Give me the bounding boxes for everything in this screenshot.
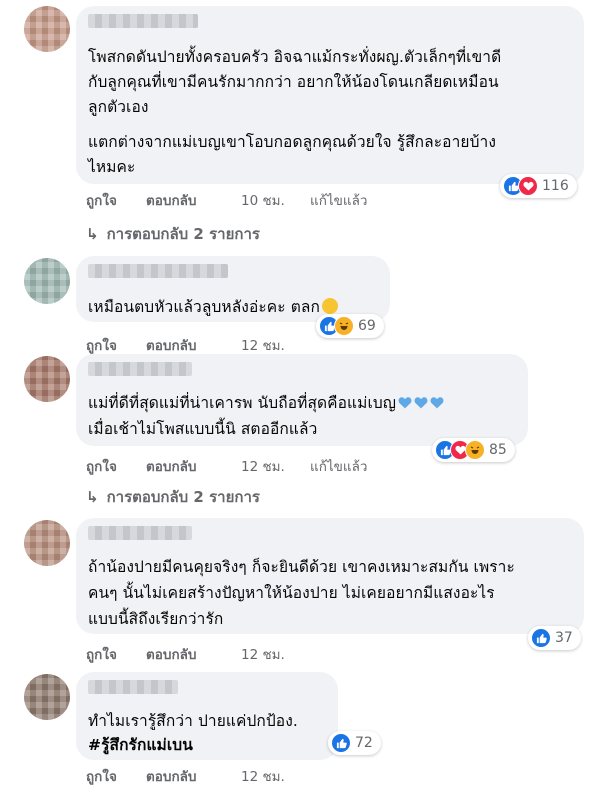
comment-timestamp[interactable]: 12 ชม. — [241, 334, 285, 356]
like-action[interactable]: ถูกใจ — [86, 765, 117, 787]
commenter-avatar[interactable] — [24, 356, 70, 402]
reply-arrow-icon: ↳ — [86, 225, 99, 243]
like-action[interactable]: ถูกใจ — [86, 189, 117, 211]
comment-text-line: แบบนี้สิถึงเรียกว่ารัก — [88, 610, 224, 628]
commenter-name-blurred[interactable] — [88, 264, 228, 278]
reaction-count: 85 — [489, 442, 507, 458]
hashtag-link[interactable]: #รู้สึกรักแม่เบน — [88, 732, 193, 757]
view-replies-link[interactable]: ↳ การตอบกลับ 2 รายการ — [86, 485, 260, 509]
comment-actions: ถูกใจ ตอบกลับ 10 ชม. แก้ไขแล้ว — [86, 189, 406, 209]
comment-text-line: แม่ที่ดีที่สุดแม่ที่น่าเคารพ นับถือที่สุ… — [88, 390, 444, 415]
commenter-name-blurred[interactable] — [88, 526, 192, 540]
comment-text-line: เมื่อเช้าไม่โพสแบบนี้นิ สตออีกแล้ว — [88, 420, 318, 438]
reply-action[interactable]: ตอบกลับ — [146, 455, 196, 477]
commenter-avatar[interactable] — [24, 258, 70, 304]
comment-timestamp[interactable]: 10 ชม. — [241, 189, 285, 211]
view-replies-link[interactable]: ↳ การตอบกลับ 2 รายการ — [86, 222, 260, 246]
comment-text-line: ถ้าน้องปายมีคนคุยจริงๆ ก็จะยินดีด้วย เขา… — [88, 558, 515, 576]
reaction-summary[interactable]: 37 — [528, 626, 581, 650]
comment-timestamp[interactable]: 12 ชม. — [241, 455, 285, 477]
like-action[interactable]: ถูกใจ — [86, 334, 117, 356]
reaction-summary[interactable]: 85 — [432, 438, 515, 462]
comment-text-line: ลูกตัวเอง — [88, 98, 149, 116]
blue-heart-emoji-icon — [398, 397, 412, 409]
commenter-name-blurred[interactable] — [88, 680, 178, 694]
reaction-count: 69 — [358, 318, 376, 334]
reply-action[interactable]: ตอบกลับ — [146, 765, 196, 787]
comment-text-line: โพสกดดันปายทั้งครอบครัว อิจฉาแม้กระทั่งผ… — [88, 48, 502, 66]
comment-bubble: ถ้าน้องปายมีคนคุยจริงๆ ก็จะยินดีด้วย เขา… — [76, 518, 584, 634]
comment-bubble: แม่ที่ดีที่สุดแม่ที่น่าเคารพ นับถือที่สุ… — [76, 354, 528, 446]
comment-text-line: ไหมคะ — [88, 158, 136, 176]
reaction-count: 72 — [355, 735, 373, 751]
blue-heart-emoji-icon — [430, 397, 444, 409]
haha-icon — [465, 440, 485, 460]
comment-text-line: เหมือนตบหัวแล้วลูบหลังอ่ะคะ ตลก — [88, 294, 338, 319]
commenter-avatar[interactable] — [24, 6, 70, 52]
reply-action[interactable]: ตอบกลับ — [146, 643, 196, 665]
comment-text-line: แตกต่างจากแม่เบญเขาโอบกอดลูกคุณด้วยใจ รู… — [88, 133, 496, 151]
blue-heart-emoji-icon — [414, 397, 428, 409]
comment-text-line: คนๆ นั้นไม่เคยสร้างปัญหาให้น้องปาย ไม่เค… — [88, 584, 495, 602]
smile-emoji-icon — [321, 298, 338, 314]
comment-text: เหมือนตบหัวแล้วลูบหลังอ่ะคะ ตลก — [88, 298, 320, 316]
reply-action[interactable]: ตอบกลับ — [146, 189, 196, 211]
commenter-name-blurred[interactable] — [88, 362, 192, 376]
reply-action[interactable]: ตอบกลับ — [146, 334, 196, 356]
comment-actions: ถูกใจ ตอบกลับ 12 ชม. แก้ไขแล้ว — [86, 455, 406, 475]
comment-bubble: เหมือนตบหัวแล้วลูบหลังอ่ะคะ ตลก — [76, 256, 390, 322]
commenter-avatar[interactable] — [24, 674, 70, 720]
reaction-summary[interactable]: 116 — [500, 174, 577, 198]
reaction-summary[interactable]: 72 — [328, 731, 381, 755]
commenter-name-blurred[interactable] — [88, 14, 198, 28]
comment-actions: ถูกใจ ตอบกลับ 12 ชม. — [86, 643, 346, 663]
comment-timestamp[interactable]: 12 ชม. — [241, 643, 285, 665]
comment-bubble: ทำไมเรารู้สึกว่า ปายแค่ปกป้อง. #รู้สึกรั… — [76, 672, 338, 760]
edited-label: แก้ไขแล้ว — [310, 459, 368, 475]
comment-timestamp[interactable]: 12 ชม. — [241, 765, 285, 787]
like-icon — [531, 628, 551, 648]
haha-icon — [334, 316, 354, 336]
comment-actions: ถูกใจ ตอบกลับ 12 ชม. — [86, 334, 346, 354]
reaction-count: 37 — [555, 630, 573, 646]
love-icon — [518, 176, 538, 196]
comment-text-line: ทำไมเรารู้สึกว่า ปายแค่ปกป้อง. — [88, 712, 298, 730]
commenter-avatar[interactable] — [24, 520, 70, 566]
replies-label: การตอบกลับ 2 รายการ — [106, 488, 260, 506]
like-icon — [331, 733, 351, 753]
comment-text: แม่ที่ดีที่สุดแม่ที่น่าเคารพ นับถือที่สุ… — [88, 394, 397, 412]
like-action[interactable]: ถูกใจ — [86, 455, 117, 477]
like-action[interactable]: ถูกใจ — [86, 643, 117, 665]
comment-actions: ถูกใจ ตอบกลับ 12 ชม. — [86, 765, 346, 785]
edited-label: แก้ไขแล้ว — [310, 193, 368, 209]
reply-arrow-icon: ↳ — [86, 488, 99, 506]
comment-text-line: กับลูกคุณที่เขามีคนรักมากกว่า อยากให้น้อ… — [88, 73, 499, 91]
reaction-count: 116 — [542, 178, 569, 194]
comment-bubble: โพสกดดันปายทั้งครอบครัว อิจฉาแม้กระทั่งผ… — [76, 6, 584, 184]
replies-label: การตอบกลับ 2 รายการ — [106, 225, 260, 243]
